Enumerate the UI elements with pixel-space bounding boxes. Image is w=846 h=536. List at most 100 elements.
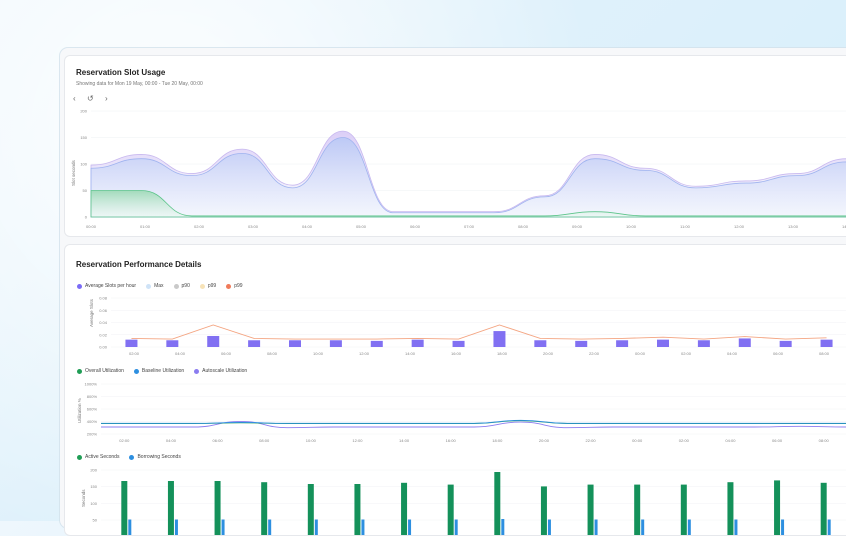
x-tick-label: 10:00 [626,224,637,229]
avg-slots-bar [820,339,833,347]
y-tick-label: 200 [90,468,97,473]
avg-slots-bar [575,340,588,347]
avg-slots-bar [697,340,710,347]
x-tick-label: 06:00 [410,224,421,229]
y-tick-label: 0.06 [99,308,108,313]
avg-slots-bar [125,339,138,347]
x-tick-label: 16:00 [446,438,457,443]
x-tick-label: 08:00 [267,351,278,356]
y-tick-label: 0.08 [99,296,108,301]
x-tick-label: 09:00 [572,224,583,229]
borrowing-seconds-bar [827,519,831,535]
active-seconds-bar [401,482,408,535]
y-tick-label: 600% [87,407,98,412]
y-tick-label: 0.04 [99,320,108,325]
borrowing-seconds-bar [361,519,365,535]
slot-usage-ylabel: Slot seconds [71,159,76,186]
borrowing-seconds-bar [408,519,412,535]
y-tick-label: 200 [80,109,87,114]
x-tick-label: 10:00 [306,438,317,443]
chart3-ylabel: Seconds [81,489,86,507]
x-tick-label: 11:00 [680,224,690,229]
borrowing-seconds-bar [314,519,318,535]
x-tick-label: 08:00 [259,438,270,443]
x-tick-label: 14:00 [842,224,846,229]
active-seconds-bar [540,486,547,535]
x-tick-label: 00:00 [86,224,97,229]
series-autoscale-line [101,420,846,429]
borrowing-seconds-bar [174,519,178,535]
slot-usage-card: Reservation Slot Usage Showing data for … [64,55,846,237]
x-tick-label: 04:00 [725,438,736,443]
x-tick-label: 20:00 [543,351,554,356]
y-tick-label: 150 [80,135,87,140]
avg-slots-bar [207,335,220,347]
active-seconds-bar [680,484,687,535]
y-tick-label: 800% [87,394,98,399]
y-tick-label: 100 [80,162,87,167]
y-tick-label: 1000% [85,382,98,387]
borrowing-seconds-bar [221,519,225,535]
x-tick-label: 06:00 [213,438,224,443]
x-tick-label: 08:00 [518,224,529,229]
x-tick-label: 00:00 [635,351,646,356]
avg-slots-bar [493,331,506,347]
y-tick-label: 150 [90,484,97,489]
x-tick-label: 13:00 [788,224,799,229]
active-seconds-bar [820,482,827,535]
chart1-ylabel: Average Slots [89,298,94,327]
x-tick-label: 22:00 [586,438,597,443]
borrowing-seconds-bar [501,519,505,535]
borrowing-seconds-bar [454,519,458,535]
avg-slots-bar [289,340,301,347]
x-tick-label: 18:00 [497,351,508,356]
active-seconds-bar [494,472,501,535]
y-tick-label: 50 [93,518,98,523]
avg-slots-bar [779,340,792,347]
x-tick-label: 02:00 [679,438,690,443]
borrowing-seconds-bar [594,519,598,535]
active-seconds-bar [587,484,594,535]
x-tick-label: 04:00 [175,351,186,356]
x-tick-label: 08:00 [819,438,830,443]
x-tick-label: 07:00 [464,224,475,229]
x-tick-label: 02:00 [194,224,205,229]
avg-slots-bar [657,339,669,347]
performance-details-card: Reservation Performance Details Average … [64,244,846,536]
avg-slots-bar [452,340,465,347]
x-tick-label: 10:00 [313,351,324,356]
borrowing-seconds-bar [641,519,645,535]
series-baseline-line [101,419,846,424]
x-tick-label: 22:00 [589,351,600,356]
x-tick-label: 12:00 [359,351,370,356]
borrowing-seconds-bar [128,519,132,535]
active-seconds-bar [727,482,734,535]
performance-charts: 0.08 0.06 0.04 0.02 0.00 Average Slots 02:00… [77,296,846,535]
avg-slots-bar [166,340,179,347]
y-tick-label: 400% [87,419,98,424]
y-tick-label: 200% [87,432,98,437]
x-tick-label: 16:00 [451,351,462,356]
x-tick-label: 12:00 [352,438,363,443]
active-seconds-bar [354,484,361,535]
y-tick-label: 100 [90,501,97,506]
slot-usage-chart: 200 150 100 50 0 Slot seconds 00:00 01:00 02:0… [71,109,846,229]
x-tick-label: 06:00 [773,351,784,356]
x-tick-label: 02:00 [129,351,140,356]
chart2-ylabel: Utilization % [77,398,82,423]
x-tick-label: 12:00 [734,224,745,229]
avg-slots-bar [616,340,629,347]
x-tick-label: 00:00 [632,438,643,443]
active-seconds-bar [214,481,221,535]
active-seconds-bar [307,484,314,535]
x-tick-label: 18:00 [492,438,503,443]
borrowing-seconds-bar [268,519,272,535]
x-tick-label: 01:00 [140,224,151,229]
x-tick-label: 02:00 [119,438,130,443]
x-tick-label: 05:00 [356,224,367,229]
active-seconds-bar [167,481,174,535]
borrowing-seconds-bar [687,519,691,535]
avg-slots-bar [329,340,342,347]
y-tick-label: 0.00 [99,345,108,350]
x-tick-label: 06:00 [772,438,783,443]
